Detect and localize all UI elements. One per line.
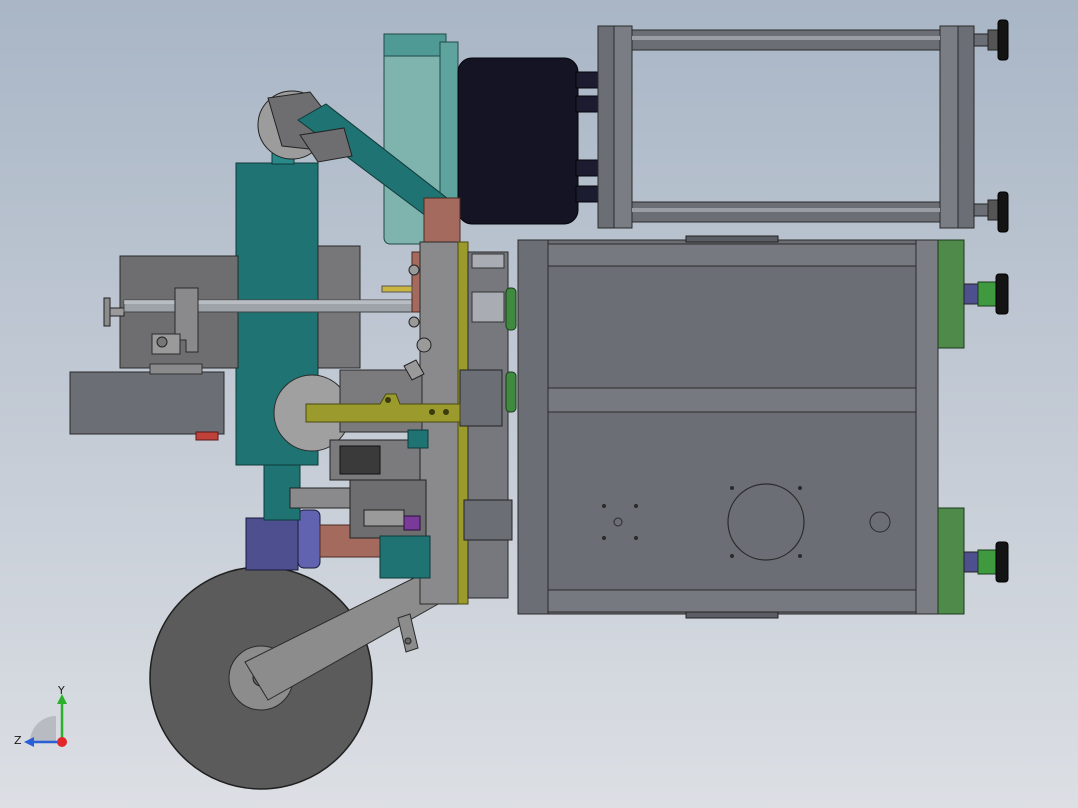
cad-viewport[interactable]: Y Z: [0, 0, 1078, 808]
teal-vertical-column: [235, 149, 319, 521]
leveling-feet-upper[interactable]: [973, 19, 1009, 233]
y-axis-label: Y: [57, 684, 65, 697]
upper-servo-motor[interactable]: [457, 57, 599, 225]
lower-right-cabinet: [517, 235, 939, 619]
green-side-blocks: [937, 239, 965, 615]
upper-right-frame: [597, 25, 975, 229]
z-axis-label: Z: [14, 734, 22, 747]
x-axis-dot: [57, 737, 67, 747]
central-mount-plate: [419, 241, 513, 605]
machine-assembly-drawing[interactable]: [0, 0, 1078, 808]
coordinate-triad-icon[interactable]: Y Z: [10, 684, 80, 754]
leveling-feet-lower[interactable]: [963, 273, 1009, 583]
z-axis-arrowhead: [24, 737, 34, 747]
